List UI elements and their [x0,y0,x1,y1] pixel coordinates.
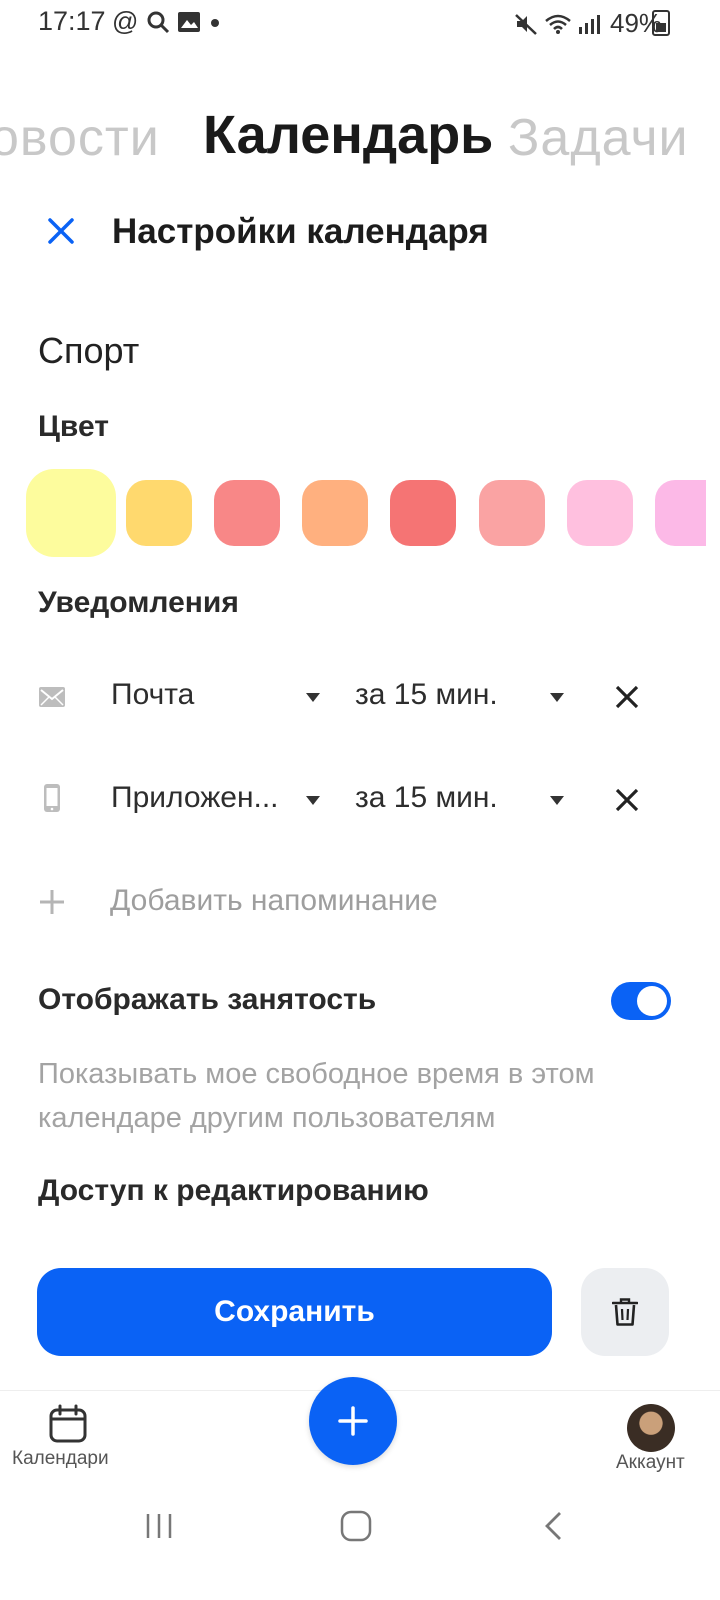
dot-icon [211,18,220,27]
edit-access-label[interactable]: Доступ к редактированию [38,1174,429,1208]
busy-description: Показывать мое свободное время в этом ка… [38,1058,595,1134]
at-icon: @ [112,6,139,36]
status-time: 17:17 [38,6,106,36]
recent-apps-icon[interactable] [144,1512,174,1540]
add-reminder-button[interactable]: Добавить напоминание [110,884,438,918]
color-swatch[interactable] [567,480,633,546]
color-swatch[interactable] [655,480,706,546]
mail-icon [39,687,65,707]
add-event-fab[interactable] [309,1377,397,1465]
save-button[interactable]: Сохранить [37,1268,552,1356]
color-swatch[interactable] [390,480,456,546]
nav-account-label[interactable]: Аккаунт [616,1452,685,1474]
notification-type-select[interactable]: Почта [111,678,194,712]
nav-calendars-label[interactable]: Календари [12,1448,109,1470]
color-swatch[interactable] [26,469,116,557]
plus-icon [338,1406,368,1436]
avatar[interactable] [627,1404,675,1452]
status-bar: 17:17 @ 49% [0,0,720,44]
chevron-down-icon[interactable] [550,796,564,805]
color-section-label: Цвет [38,410,109,443]
remove-reminder-icon[interactable] [614,684,640,710]
delete-button[interactable] [581,1268,669,1356]
trash-icon [612,1298,638,1326]
tab-news[interactable]: овости [0,108,160,168]
color-swatch[interactable] [479,480,545,546]
page-title: Настройки календаря [112,212,489,251]
notification-time-select[interactable]: за 15 мин. [355,678,498,712]
color-swatch[interactable] [214,480,280,546]
tab-calendar[interactable]: Календарь [203,104,493,166]
calendar-name[interactable]: Спорт [38,330,139,372]
color-swatch[interactable] [126,480,192,546]
notification-type-select[interactable]: Приложен... [111,781,279,815]
system-nav [0,1490,720,1600]
wifi-icon [545,14,571,34]
home-icon[interactable] [340,1510,372,1542]
search-icon [147,11,170,33]
status-left-icons: @ [112,6,222,37]
top-tabs: овости Календарь Задачи [0,100,720,180]
busy-toggle[interactable] [611,982,671,1020]
image-icon [178,11,201,32]
color-swatch[interactable] [302,480,368,546]
phone-icon [44,784,60,812]
plus-icon[interactable] [38,888,66,916]
toggle-knob [637,986,667,1016]
calendar-icon [49,1404,87,1443]
notification-time-select[interactable]: за 15 мин. [355,781,498,815]
chevron-down-icon[interactable] [550,693,564,702]
chevron-down-icon[interactable] [306,693,320,702]
chevron-down-icon[interactable] [306,796,320,805]
remove-reminder-icon[interactable] [614,787,640,813]
tab-tasks[interactable]: Задачи [508,108,689,168]
mute-icon [515,13,537,35]
notifications-label: Уведомления [38,586,239,619]
signal-icon [579,14,600,34]
back-icon[interactable] [542,1510,564,1542]
close-icon[interactable] [44,214,78,248]
battery-icon [652,10,670,36]
busy-label: Отображать занятость [38,983,377,1016]
status-right-icons: 49% [514,8,662,39]
nav-calendars[interactable] [10,1404,110,1448]
